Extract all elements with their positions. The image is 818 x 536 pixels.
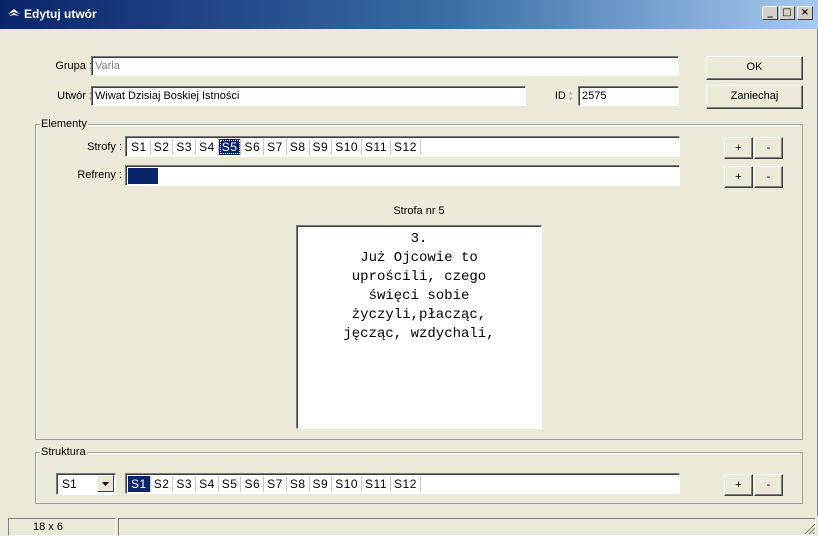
ok-button[interactable]: OK xyxy=(706,56,803,80)
strofa-item-s8[interactable]: S8 xyxy=(287,139,310,155)
cancel-button[interactable]: Zaniechaj xyxy=(706,85,803,109)
edit-song-dialog: Edytuj utwór _ □ × Grupa : Varia Utwór :… xyxy=(0,0,818,536)
struktura-item-s3[interactable]: S3 xyxy=(173,476,197,492)
utwor-field[interactable]: Wiwat Dzisiaj Boskiej Istności xyxy=(91,86,526,106)
struktura-select[interactable]: S1 xyxy=(56,473,116,495)
title-bar[interactable]: Edytuj utwór _ □ × xyxy=(0,0,818,29)
refren-item[interactable] xyxy=(128,168,158,184)
id-label: ID : xyxy=(554,90,572,102)
struktura-item-s1[interactable]: S1 xyxy=(128,476,151,492)
strofy-add-button[interactable]: + xyxy=(724,137,753,159)
status-pane xyxy=(118,518,816,536)
struktura-title: Struktura xyxy=(40,445,87,459)
dropdown-button[interactable] xyxy=(97,475,114,492)
struktura-item-s4[interactable]: S4 xyxy=(196,476,219,492)
strofa-item-s1[interactable]: S1 xyxy=(128,139,151,155)
utwor-label: Utwór : xyxy=(57,90,92,102)
struktura-item-s2[interactable]: S2 xyxy=(151,476,174,492)
stanza-line: święci sobie xyxy=(368,288,470,304)
refreny-label: Refreny : xyxy=(77,169,122,181)
struktura-remove-button[interactable]: - xyxy=(754,474,783,496)
struktura-item-s10[interactable]: S10 xyxy=(332,476,363,492)
elementy-title: Elementy xyxy=(40,117,88,131)
struktura-item-s11[interactable]: S11 xyxy=(362,476,392,492)
refreny-remove-button[interactable]: - xyxy=(754,166,783,188)
app-icon xyxy=(8,9,20,16)
strofy-label: Strofy : xyxy=(87,141,122,153)
stanza-line: życzyli,płacząc, xyxy=(351,307,487,323)
minimize-button[interactable]: _ xyxy=(762,6,778,20)
preview-caption: Strofa nr 5 xyxy=(393,205,445,217)
strofa-item-s6[interactable]: S6 xyxy=(241,139,265,155)
strofa-item-s3[interactable]: S3 xyxy=(173,139,197,155)
struktura-list[interactable]: S1 S2 S3 S4 S5 S6 S7 S8 S9 S10 S11 S12 xyxy=(125,473,680,494)
stanza-line: 3. xyxy=(410,231,428,247)
struktura-item-s9[interactable]: S9 xyxy=(310,476,333,492)
strofa-item-s4[interactable]: S4 xyxy=(196,139,219,155)
refreny-add-button[interactable]: + xyxy=(724,166,753,188)
strofa-item-s5[interactable]: S5 xyxy=(218,139,242,155)
id-field[interactable]: 2575 xyxy=(578,86,679,106)
status-bar: 18 x 6 xyxy=(0,516,818,536)
struktura-item-s5[interactable]: S5 xyxy=(219,476,242,492)
strofa-item-s11[interactable]: S11 xyxy=(362,139,392,155)
struktura-item-s7[interactable]: S7 xyxy=(264,476,287,492)
struktura-add-button[interactable]: + xyxy=(724,474,753,496)
strofa-item-s12[interactable]: S12 xyxy=(391,139,421,155)
strofa-item-s7[interactable]: S7 xyxy=(264,139,287,155)
struktura-select-value: S1 xyxy=(62,477,77,491)
status-size: 18 x 6 xyxy=(8,518,116,536)
stanza-text-area[interactable]: 3. Już Ojcowie to uprościli, czego święci s… xyxy=(296,225,542,429)
stanza-line: uprościli, czego xyxy=(351,269,487,285)
grupa-field[interactable]: Varia xyxy=(91,56,679,76)
close-button[interactable]: × xyxy=(797,6,813,20)
refreny-list[interactable] xyxy=(125,165,680,186)
chevron-down-icon xyxy=(102,482,109,486)
stanza-line: jęcząc, wzdychali, xyxy=(343,326,495,342)
resize-grip-icon[interactable] xyxy=(804,523,816,535)
strofa-item-s10[interactable]: S10 xyxy=(332,139,363,155)
struktura-item-s6[interactable]: S6 xyxy=(241,476,265,492)
strofy-list[interactable]: S1 S2 S3 S4 S5 S6 S7 S8 S9 S10 S11 S12 xyxy=(125,136,680,157)
struktura-item-s8[interactable]: S8 xyxy=(287,476,310,492)
struktura-item-s12[interactable]: S12 xyxy=(391,476,421,492)
maximize-button[interactable]: □ xyxy=(779,6,795,20)
stanza-line: Już Ojcowie to xyxy=(360,250,478,266)
window-title: Edytuj utwór xyxy=(24,7,97,21)
grupa-label: Grupa : xyxy=(55,60,92,72)
strofa-item-s9[interactable]: S9 xyxy=(310,139,333,155)
strofy-remove-button[interactable]: - xyxy=(754,137,783,159)
strofa-item-s2[interactable]: S2 xyxy=(151,139,174,155)
